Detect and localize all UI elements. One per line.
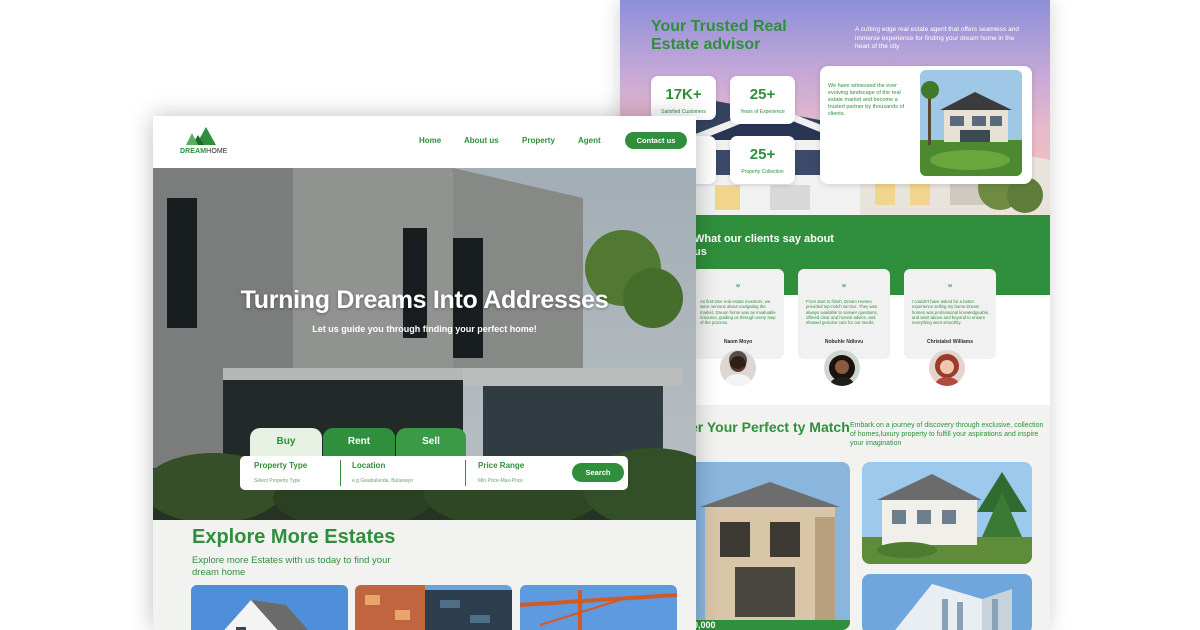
quote-icon: ” <box>735 283 741 293</box>
stat-card-customers: 17K+ Satisfied Customers <box>651 76 716 120</box>
nav-home[interactable]: Home <box>419 136 441 145</box>
tab-buy[interactable]: Buy <box>250 428 322 458</box>
testimonials-title: What our clients say about us <box>694 233 834 258</box>
testimonial-text: I couldn't have asked for a better exper… <box>912 299 990 326</box>
testimonial-card: ” I couldn't have asked for a better exp… <box>904 269 996 359</box>
testimonials-band-edge <box>1016 215 1050 267</box>
property-search-bar: Property Type Select Property Type Locat… <box>240 456 628 490</box>
logo-wordmark-rest: HOME <box>206 148 228 155</box>
about-feature-card: We have witnessed the ever evolving land… <box>820 66 1032 184</box>
discover-title: er Your Perfect ty Match <box>690 419 850 435</box>
explore-subtitle: Explore more Estates with us today to fi… <box>192 555 391 578</box>
testimonial-name: Christabel Williams <box>926 339 974 345</box>
tab-sell[interactable]: Sell <box>396 428 466 458</box>
property-image-cottage <box>862 462 1032 564</box>
nav-about-us[interactable]: About us <box>464 136 499 145</box>
testimonial-text: From start to finish, Dream Homes provid… <box>806 299 878 326</box>
about-description: A cutting edge real estate agent that of… <box>855 26 1019 50</box>
stat-card-property: 25+ Property Collection <box>730 136 795 184</box>
property-image-tower <box>862 574 1032 630</box>
testimonial-card: ” From start to finish, Dream Homes prov… <box>798 269 890 359</box>
price-range-label: Price Range <box>478 461 525 470</box>
quote-icon: ” <box>947 283 953 293</box>
testimonial-name: Nobuhle Ndlovu <box>824 339 864 345</box>
about-title: Your Trusted Real Estate advisor <box>651 18 787 53</box>
tab-rent[interactable]: Rent <box>323 428 395 458</box>
divider <box>465 460 466 486</box>
price-range-input[interactable]: Min Price-Max-Price <box>478 478 523 484</box>
property-type-label: Property Type <box>254 461 308 470</box>
location-label: Location <box>352 461 386 470</box>
divider <box>340 460 341 486</box>
about-feature-text: We have witnessed the ever evolving land… <box>828 83 905 117</box>
estate-card-image[interactable] <box>191 585 348 630</box>
logo-wordmark[interactable]: DREAMHOME <box>180 148 228 155</box>
nav-agent[interactable]: Agent <box>578 136 601 145</box>
location-input[interactable]: e.g Gwabalanda, Bulawayo <box>352 478 413 484</box>
stat-label: Years of Experience <box>740 109 785 115</box>
stat-label: Property Collection <box>741 169 784 175</box>
avatar <box>824 350 860 386</box>
estate-card-image[interactable] <box>520 585 677 630</box>
nav-property[interactable]: Property <box>522 136 555 145</box>
canvas: Your Trusted Real Estate advisor A cutti… <box>0 0 1200 630</box>
stat-label: Satisfied Customers <box>661 109 706 115</box>
explore-title: Explore More Estates <box>192 526 396 548</box>
logo-wordmark-strong: DREAM <box>180 148 207 155</box>
testimonial-card: ” As first-time real estate investors, w… <box>692 269 784 359</box>
navbar: DREAMHOME Home About us Property Agent C… <box>153 116 696 168</box>
stat-card-experience: 25+ Years of Experience <box>730 76 795 124</box>
search-button[interactable]: Search <box>572 463 624 482</box>
villa-image <box>920 70 1022 176</box>
avatar <box>929 350 965 386</box>
avatar <box>720 350 756 386</box>
estate-card-image[interactable] <box>355 585 512 630</box>
stat-number: 17K+ <box>665 86 702 103</box>
stat-number: 25+ <box>749 86 776 103</box>
hero-title: Turning Dreams Into Addresses <box>240 286 609 314</box>
hero-subtitle: Let us guide you through finding your pe… <box>312 324 537 334</box>
hero-section: Turning Dreams Into Addresses Let us gui… <box>153 168 696 520</box>
property-type-select[interactable]: Select Property Type <box>254 478 300 484</box>
home-page-preview: DREAMHOME Home About us Property Agent C… <box>153 116 696 630</box>
property-image-large: 00,000 <box>680 462 850 630</box>
stat-number: 25+ <box>749 146 776 163</box>
testimonial-text: As first-time real estate investors, we … <box>700 299 776 326</box>
testimonial-name: Naom Moyo <box>723 339 753 345</box>
quote-icon: ” <box>841 283 847 293</box>
discover-description: Embark on a journey of discovery through… <box>850 422 1044 447</box>
contact-us-button[interactable]: Contact us <box>625 132 687 149</box>
